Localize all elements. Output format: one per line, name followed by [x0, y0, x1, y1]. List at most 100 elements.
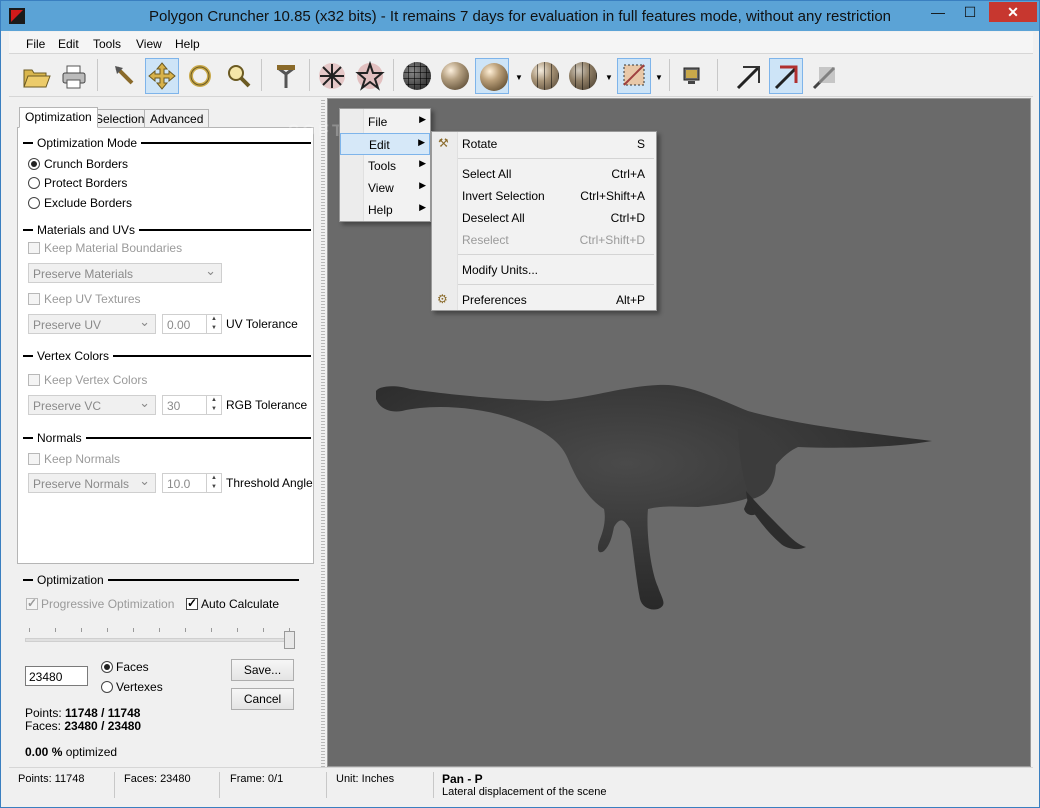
minimize-button[interactable]: —	[923, 2, 953, 22]
auto-calculate-checkbox[interactable]	[186, 596, 198, 610]
radio-faces[interactable]	[101, 661, 113, 673]
menu-separator	[458, 254, 654, 255]
mixed-dropdown-icon[interactable]: ▼	[605, 73, 613, 82]
arrow-diag-gray-icon[interactable]	[807, 58, 841, 94]
rgb-tolerance-value: 30	[167, 399, 181, 413]
context-menu-tools[interactable]: Tools ▶	[340, 155, 430, 177]
group-vertex-colors: Vertex Colors	[23, 349, 311, 363]
texture-dropdown-icon[interactable]: ▼	[655, 73, 663, 82]
crunch-borders-label: Crunch Borders	[44, 157, 129, 171]
toolbar-separator	[309, 59, 310, 91]
arrow-diag-icon[interactable]	[731, 58, 765, 94]
count-input[interactable]: 23480	[25, 666, 88, 686]
preserve-materials-select[interactable]: Preserve Materials	[28, 263, 222, 283]
flat-sphere-icon[interactable]	[437, 58, 471, 94]
star-optimize-icon[interactable]	[353, 58, 387, 94]
open-folder-icon[interactable]	[19, 58, 53, 94]
status-divider	[433, 772, 434, 798]
status-divider	[114, 772, 115, 798]
radio-crunch-borders[interactable]	[28, 158, 40, 170]
materials-heading: Materials and UVs	[37, 223, 136, 237]
texture-icon[interactable]	[617, 58, 651, 94]
threshold-angle-input[interactable]: 10.0 ▲ ▼	[162, 473, 222, 493]
keep-uv-textures-checkbox[interactable]	[28, 293, 40, 305]
keep-material-boundaries-checkbox[interactable]	[28, 242, 40, 254]
submenu-arrow-icon: ▶	[419, 202, 426, 212]
menu-help[interactable]: Help	[175, 37, 200, 51]
arrow-diag-red-icon[interactable]	[769, 58, 803, 94]
context-menu-view[interactable]: View ▶	[340, 177, 430, 199]
zoom-icon[interactable]	[221, 58, 255, 94]
group-normals: Normals	[23, 431, 311, 445]
keep-normals-label: Keep Normals	[44, 452, 121, 466]
context-menu-file[interactable]: File ▶	[340, 111, 430, 133]
spin-arrows-icon[interactable]: ▲ ▼	[206, 474, 221, 492]
spin-arrows-icon[interactable]: ▲ ▼	[206, 315, 221, 333]
submenu-arrow-icon: ▶	[419, 180, 426, 190]
percent-optimized: 0.00 % optimized	[25, 745, 118, 759]
status-frame: Frame: 0/1	[230, 773, 284, 785]
wireframe-sphere-icon[interactable]	[399, 58, 433, 94]
select-arrow-icon[interactable]	[107, 58, 141, 94]
auto-calculate-label: Auto Calculate	[201, 597, 280, 611]
panel-splitter[interactable]	[321, 98, 325, 767]
menu-rotate[interactable]: ⚒ Rotate S	[432, 133, 656, 155]
keep-uv-textures-label: Keep UV Textures	[44, 292, 141, 306]
spin-arrows-icon[interactable]: ▲ ▼	[206, 396, 221, 414]
protect-borders-label: Protect Borders	[44, 176, 128, 190]
slider-thumb[interactable]	[284, 631, 295, 649]
keep-normals-checkbox[interactable]	[28, 453, 40, 465]
radio-vertexes[interactable]	[101, 681, 113, 693]
preserve-normals-select[interactable]: Preserve Normals	[28, 473, 156, 493]
shading-dropdown-icon[interactable]: ▼	[515, 73, 523, 82]
wire-smooth-sphere-icon[interactable]	[527, 58, 561, 94]
rgb-tolerance-input[interactable]: 30 ▲ ▼	[162, 395, 222, 415]
tab-selection[interactable]: Selection	[89, 109, 151, 128]
status-bar: Points: 11748 Faces: 23480 Frame: 0/1 Un…	[9, 767, 1033, 801]
threshold-angle-label: Threshold Angle	[226, 476, 313, 490]
menu-invert-selection[interactable]: Invert Selection Ctrl+Shift+A	[432, 185, 656, 207]
app-window: Polygon Cruncher 10.85 (x32 bits) - It r…	[0, 0, 1040, 808]
uv-tolerance-input[interactable]: 0.00 ▲ ▼	[162, 314, 222, 334]
progressive-optimization-checkbox[interactable]	[26, 596, 38, 610]
mixed-sphere-icon[interactable]	[565, 58, 599, 94]
rotate-icon[interactable]	[183, 58, 217, 94]
context-menu-edit[interactable]: Edit ▶	[340, 133, 430, 155]
status-divider	[219, 772, 220, 798]
preserve-uv-select[interactable]: Preserve UV	[28, 314, 156, 334]
toolbar-separator	[717, 59, 718, 91]
title-bar[interactable]: Polygon Cruncher 10.85 (x32 bits) - It r…	[1, 1, 1039, 31]
print-icon[interactable]	[57, 58, 91, 94]
context-menu: File ▶ Edit ▶ Tools ▶ View ▶ Help ▶	[339, 108, 431, 222]
cross-optimize-icon[interactable]	[315, 58, 349, 94]
menu-tools[interactable]: Tools	[93, 37, 121, 51]
tab-advanced[interactable]: Advanced	[144, 109, 210, 128]
close-button[interactable]: ✕	[989, 2, 1037, 22]
menu-file[interactable]: File	[26, 37, 45, 51]
menu-select-all[interactable]: Select All Ctrl+A	[432, 163, 656, 185]
menu-edit[interactable]: Edit	[58, 37, 79, 51]
optimization-slider[interactable]	[25, 638, 295, 642]
smooth-sphere-icon[interactable]	[475, 58, 509, 94]
menu-deselect-all[interactable]: Deselect All Ctrl+D	[432, 207, 656, 229]
radio-exclude-borders[interactable]	[28, 197, 40, 209]
save-button[interactable]: Save...	[231, 659, 294, 681]
monitor-icon[interactable]	[675, 58, 709, 94]
submenu-arrow-icon: ▶	[419, 114, 426, 124]
preserve-vc-select[interactable]: Preserve VC	[28, 395, 156, 415]
edit-submenu: ⚒ Rotate S Select All Ctrl+A Invert Sele…	[431, 131, 657, 311]
cancel-button[interactable]: Cancel	[231, 688, 294, 710]
menu-preferences[interactable]: ⚙ Preferences Alt+P	[432, 289, 656, 311]
status-hint: Lateral displacement of the scene	[442, 786, 607, 798]
toolbar-separator	[393, 59, 394, 91]
menu-modify-units[interactable]: Modify Units...	[432, 259, 656, 281]
context-menu-help[interactable]: Help ▶	[340, 199, 430, 221]
tab-optimization[interactable]: Optimization	[19, 107, 98, 128]
keep-vertex-colors-checkbox[interactable]	[28, 374, 40, 386]
pan-move-icon[interactable]	[145, 58, 179, 94]
tools-hammer-icon[interactable]	[269, 58, 303, 94]
submenu-arrow-icon: ▶	[419, 158, 426, 168]
maximize-button[interactable]: ☐	[955, 2, 985, 22]
radio-protect-borders[interactable]	[28, 177, 40, 189]
menu-view[interactable]: View	[136, 37, 162, 51]
